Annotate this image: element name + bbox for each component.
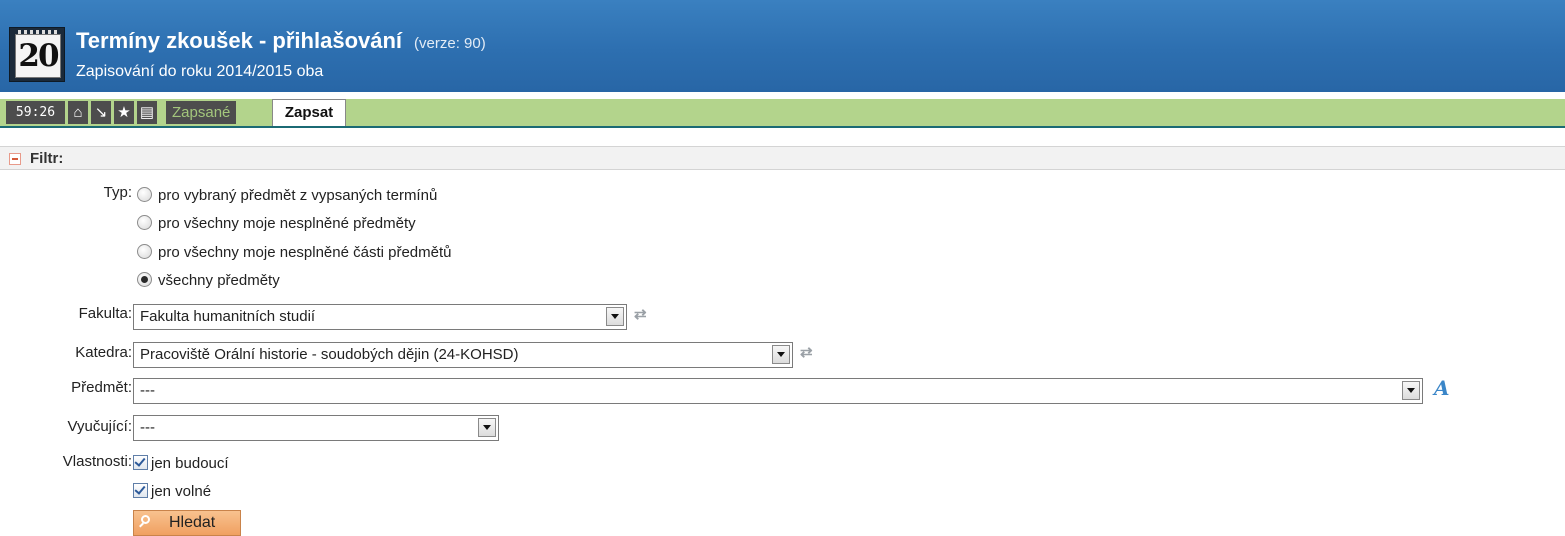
version-label: (verze: 90) <box>414 35 486 52</box>
nav-bar: 59:26 ⌂ ↘ ★ ▤ Zapsané Zapsat <box>0 99 1565 128</box>
typ-option-1[interactable]: pro vybraný předmět z vypsaných termínů <box>137 185 437 207</box>
session-timer: 59:26 <box>6 101 65 124</box>
search-button-label: Hledat <box>169 514 216 531</box>
jen-budouci-option[interactable]: jen budoucí <box>133 454 229 474</box>
katedra-select[interactable]: Pracoviště Orální historie - soudobých d… <box>133 342 793 368</box>
katedra-value: Pracoviště Orální historie - soudobých d… <box>140 346 519 363</box>
radio-button[interactable] <box>137 214 152 230</box>
checkbox-label: jen volné <box>151 483 212 500</box>
vyucujici-select[interactable]: --- <box>133 415 499 441</box>
calendar-day: 20 <box>15 34 61 78</box>
radio-button-selected[interactable] <box>137 271 152 287</box>
typ-option-label: všechny předměty <box>158 272 280 289</box>
checkbox-label: jen budoucí <box>151 455 229 472</box>
vlastnosti-label: Vlastnosti: <box>62 453 132 470</box>
app-header: 20 Termíny zkoušek - přihlašování (verze:… <box>0 0 1565 92</box>
chevron-down-icon[interactable] <box>478 418 496 437</box>
filter-section-header: Filtr: <box>0 146 1565 170</box>
filter-title: Filtr: <box>30 150 64 167</box>
typ-option-label: pro vybraný předmět z vypsaných termínů <box>158 187 438 204</box>
vyucujici-value: --- <box>140 419 155 436</box>
typ-option-label: pro všechny moje nesplněné části předmět… <box>158 244 452 261</box>
fakulta-label: Fakulta: <box>78 305 132 322</box>
search-button[interactable]: Hledat <box>133 510 241 536</box>
katedra-label: Katedra: <box>75 344 132 361</box>
typ-option-2[interactable]: pro všechny moje nesplněné předměty <box>137 213 416 235</box>
jen-volne-option[interactable]: jen volné <box>133 482 211 502</box>
download-icon[interactable]: ↘ <box>91 101 111 124</box>
chevron-down-icon[interactable] <box>606 307 624 326</box>
refresh-icon[interactable]: ⇄ <box>800 345 816 361</box>
page-title-text: Termíny zkoušek - přihlašování <box>76 28 403 53</box>
checkbox[interactable] <box>133 482 148 498</box>
typ-option-4[interactable]: všechny předměty <box>137 270 280 292</box>
page-subtitle: Zapisování do roku 2014/2015 oba <box>76 63 324 80</box>
vyucujici-label: Vyučující: <box>67 418 132 435</box>
chevron-down-icon[interactable] <box>1402 381 1420 400</box>
tab-zapsane[interactable]: Zapsané <box>166 101 237 124</box>
tab-zapsat[interactable]: Zapsat <box>272 99 346 126</box>
radio-button[interactable] <box>137 243 152 259</box>
calendar-icon: 20 <box>9 27 65 82</box>
predmet-value: --- <box>140 382 155 399</box>
radio-button[interactable] <box>137 186 152 202</box>
fakulta-value: Fakulta humanitních studií <box>140 308 316 325</box>
star-icon[interactable]: ★ <box>114 101 134 124</box>
home-icon[interactable]: ⌂ <box>68 101 88 124</box>
typ-option-label: pro všechny moje nesplněné předměty <box>158 215 416 232</box>
predmet-label: Předmět: <box>71 379 132 396</box>
text-search-icon[interactable]: A <box>1434 378 1456 398</box>
typ-option-3[interactable]: pro všechny moje nesplněné části předmět… <box>137 242 452 264</box>
refresh-icon[interactable]: ⇄ <box>634 307 650 323</box>
predmet-select[interactable]: --- <box>133 378 1423 404</box>
collapse-icon[interactable] <box>9 153 21 165</box>
fakulta-select[interactable]: Fakulta humanitních studií <box>133 304 627 330</box>
page-title: Termíny zkoušek - přihlašování (verze: 90… <box>76 28 486 58</box>
chevron-down-icon[interactable] <box>772 345 790 364</box>
print-icon[interactable]: ▤ <box>137 101 157 124</box>
checkbox[interactable] <box>133 454 148 470</box>
typ-label: Typ: <box>103 184 132 201</box>
search-icon <box>141 515 150 524</box>
